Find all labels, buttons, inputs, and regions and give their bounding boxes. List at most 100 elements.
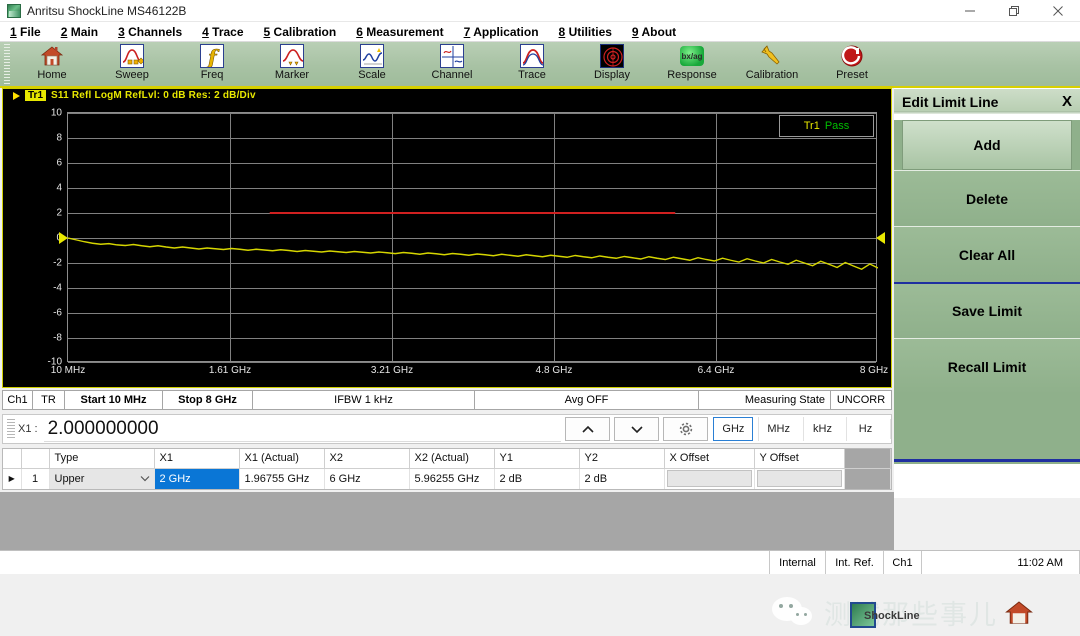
status-active-channel: Ch1 bbox=[884, 551, 922, 574]
col-x2-actual[interactable]: X2 (Actual) bbox=[409, 449, 495, 469]
toolbar-label: Home bbox=[37, 69, 67, 81]
col-x2[interactable]: X2 bbox=[324, 449, 410, 469]
cell-type-value: Upper bbox=[54, 472, 85, 485]
panel-button-list: Add Delete Clear All Save Limit Recall L… bbox=[894, 120, 1080, 498]
toolbar-button-trace[interactable]: Trace bbox=[492, 42, 572, 86]
col-x1[interactable]: X1 bbox=[154, 449, 240, 469]
chevron-down-icon[interactable] bbox=[140, 473, 150, 485]
toolbar-button-marker[interactable]: Marker bbox=[252, 42, 332, 86]
unit-button-ghz[interactable]: GHz bbox=[713, 417, 754, 441]
status-averaging[interactable]: Avg OFF bbox=[475, 391, 699, 409]
menu-item-calibration[interactable]: 5 Calibration bbox=[264, 25, 337, 39]
restore-button[interactable] bbox=[992, 0, 1036, 22]
col-type[interactable]: Type bbox=[49, 449, 155, 469]
graph-canvas[interactable]: 10 8 6 4 2 0 -2 -4 -6 -8 -10 10 MHz 1.61… bbox=[2, 102, 892, 388]
delete-button[interactable]: Delete bbox=[894, 170, 1080, 226]
menu-item-measurement[interactable]: 6 Measurement bbox=[356, 25, 443, 39]
col-y-offset[interactable]: Y Offset bbox=[754, 449, 845, 469]
status-ifbw[interactable]: IFBW 1 kHz bbox=[253, 391, 475, 409]
right-edge-marker[interactable] bbox=[876, 232, 885, 244]
col-x1-actual[interactable]: X1 (Actual) bbox=[239, 449, 325, 469]
trace-icon bbox=[520, 44, 544, 68]
cell-x-offset[interactable] bbox=[664, 468, 755, 489]
menu-accel: 8 bbox=[558, 24, 566, 39]
home-icon bbox=[40, 44, 64, 68]
col-index bbox=[21, 449, 50, 469]
cell-x2[interactable]: 6 GHz bbox=[324, 468, 410, 489]
status-filler bbox=[0, 551, 770, 574]
x1-value-input[interactable] bbox=[43, 416, 562, 442]
unit-button-khz[interactable]: kHz bbox=[803, 417, 841, 441]
close-button[interactable] bbox=[1036, 0, 1080, 22]
toolbar-button-display[interactable]: Display bbox=[572, 42, 652, 86]
unit-button-hz[interactable]: Hz bbox=[846, 417, 884, 441]
save-limit-button[interactable]: Save Limit bbox=[894, 282, 1080, 338]
table-row[interactable]: ▶ 1 Upper 2 GHz 1.96755 GHz 6 GHz 5.9625… bbox=[3, 468, 891, 489]
pass-status-label: Pass bbox=[824, 120, 850, 132]
menu-item-trace[interactable]: 4 Trace bbox=[202, 25, 243, 39]
cell-y2[interactable]: 2 dB bbox=[579, 468, 665, 489]
y-tick-label: -6 bbox=[53, 307, 62, 319]
add-button[interactable]: Add bbox=[902, 120, 1072, 170]
toolbar-drag-handle[interactable] bbox=[4, 44, 10, 86]
cell-type[interactable]: Upper bbox=[49, 468, 155, 489]
y-tick-label: -2 bbox=[53, 257, 62, 269]
entry-drag-handle[interactable] bbox=[7, 419, 15, 439]
sweep-icon bbox=[120, 44, 144, 68]
gear-icon[interactable] bbox=[663, 417, 709, 441]
toolbar-button-response[interactable]: bx/ag Response bbox=[652, 42, 732, 86]
clear-all-button[interactable]: Clear All bbox=[894, 226, 1080, 282]
menu-item-application[interactable]: 7 Application bbox=[464, 25, 539, 39]
x-tick-label: 10 MHz bbox=[50, 365, 86, 376]
recall-limit-button[interactable]: Recall Limit bbox=[894, 338, 1080, 394]
minimize-button[interactable] bbox=[948, 0, 992, 22]
toolbar-button-scale[interactable]: Scale bbox=[332, 42, 412, 86]
y-offset-box[interactable] bbox=[756, 470, 842, 488]
cell-x1[interactable]: 2 GHz bbox=[154, 468, 240, 489]
cell-y1[interactable]: 2 dB bbox=[494, 468, 580, 489]
menu-item-main[interactable]: 2 Main bbox=[61, 25, 98, 39]
entry-field-label: X1 : bbox=[18, 423, 38, 435]
col-y2[interactable]: Y2 bbox=[579, 449, 665, 469]
plot-area[interactable]: 10 8 6 4 2 0 -2 -4 -6 -8 -10 10 MHz 1.61… bbox=[48, 108, 889, 377]
status-start-freq[interactable]: Start 10 MHz bbox=[65, 391, 163, 409]
toolbar-button-home[interactable]: Home bbox=[12, 42, 92, 86]
marker-icon bbox=[280, 44, 304, 68]
col-x-offset[interactable]: X Offset bbox=[664, 449, 755, 469]
status-stop-freq[interactable]: Stop 8 GHz bbox=[163, 391, 253, 409]
toolbar-button-preset[interactable]: Preset bbox=[812, 42, 892, 86]
toolbar-button-calibration[interactable]: Calibration bbox=[732, 42, 812, 86]
menu-accel: 5 bbox=[263, 24, 271, 39]
col-y1[interactable]: Y1 bbox=[494, 449, 580, 469]
toolbar-button-sweep[interactable]: Sweep bbox=[92, 42, 172, 86]
menu-item-file[interactable]: 1 File bbox=[10, 25, 41, 39]
panel-close-button[interactable]: X bbox=[1062, 93, 1072, 110]
status-trace-response[interactable]: TR bbox=[33, 391, 65, 409]
toolbar-label: Trace bbox=[518, 69, 546, 81]
menu-accel: 1 bbox=[10, 24, 17, 39]
menu-item-utilities[interactable]: 8 Utilities bbox=[559, 25, 612, 39]
left-edge-marker[interactable] bbox=[59, 232, 68, 244]
bottom-status-bar: Internal Int. Ref. Ch1 11:02 AM bbox=[0, 550, 1080, 574]
toolbar-label: Response bbox=[667, 69, 717, 81]
y-tick-label: 8 bbox=[56, 132, 62, 144]
unit-button-mhz[interactable]: MHz bbox=[758, 417, 798, 441]
toolbar-button-channel[interactable]: Channel bbox=[412, 42, 492, 86]
increment-button[interactable] bbox=[565, 417, 611, 441]
cell-y-offset[interactable] bbox=[754, 468, 845, 489]
cell-spacer bbox=[844, 468, 891, 489]
menu-item-channels[interactable]: 3 Channels bbox=[118, 25, 182, 39]
trace-tag: Tr1 bbox=[25, 90, 47, 101]
menu-label: Measurement bbox=[366, 24, 444, 39]
status-channel[interactable]: Ch1 bbox=[3, 391, 33, 409]
x-tick-label: 6.4 GHz bbox=[697, 365, 735, 376]
trace-info-bar[interactable]: Tr1 S11 Refl LogM RefLvl: 0 dB Res: 2 dB… bbox=[2, 88, 892, 102]
menu-label: Utilities bbox=[568, 24, 612, 39]
row-selector-arrow[interactable]: ▶ bbox=[3, 468, 22, 489]
x-offset-box[interactable] bbox=[666, 470, 752, 488]
watermark-sub-text: ShockLine bbox=[864, 610, 920, 622]
toolbar-button-freq[interactable]: f Freq bbox=[172, 42, 252, 86]
decrement-button[interactable] bbox=[614, 417, 660, 441]
menu-item-about[interactable]: 9 About bbox=[632, 25, 676, 39]
measurement-status-strip: Ch1 TR Start 10 MHz Stop 8 GHz IFBW 1 kH… bbox=[2, 390, 892, 410]
